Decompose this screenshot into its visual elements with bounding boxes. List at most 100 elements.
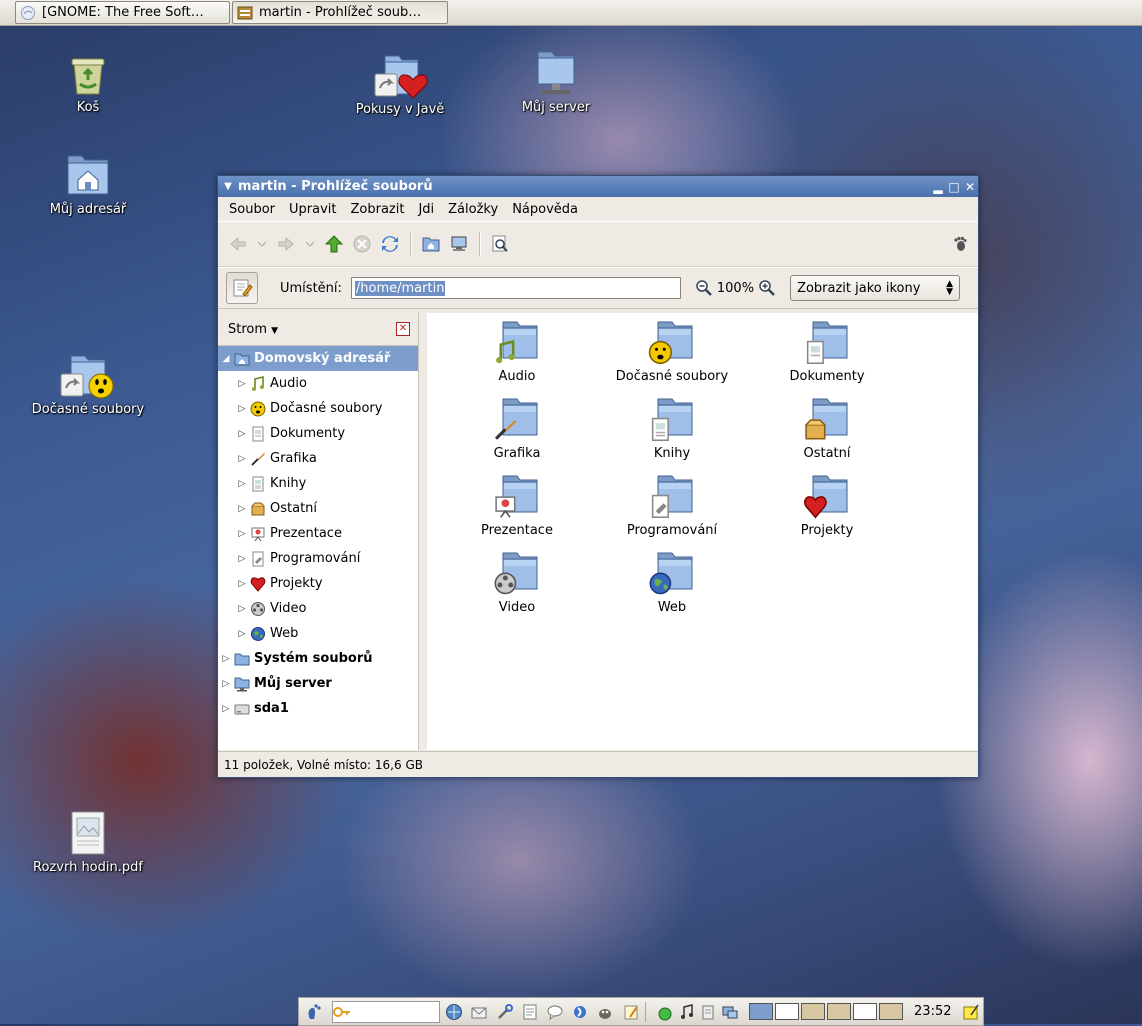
computer-button[interactable] bbox=[445, 229, 473, 259]
expander-closed-icon[interactable]: ▷ bbox=[236, 554, 248, 564]
file-icon-item[interactable]: Dokumenty bbox=[752, 320, 902, 384]
desktop-icon-trash[interactable]: Koš bbox=[23, 50, 153, 115]
pane-splitter[interactable] bbox=[419, 313, 427, 750]
tree-item[interactable]: ▷ Můj server bbox=[218, 671, 418, 696]
up-button[interactable] bbox=[320, 229, 348, 259]
tree-item[interactable]: ▷ sda1 bbox=[218, 696, 418, 721]
menu-soubor[interactable]: Soubor bbox=[222, 202, 282, 217]
file-icon-item[interactable]: Prezentace bbox=[442, 474, 592, 538]
workspace-2[interactable] bbox=[775, 1003, 800, 1020]
menu-upravit[interactable]: Upravit bbox=[282, 202, 343, 217]
location-input[interactable]: /home/martin bbox=[350, 277, 681, 299]
desktop-icon-home[interactable]: Můj adresář bbox=[23, 152, 153, 217]
file-icon-item[interactable]: Ostatní bbox=[752, 397, 902, 461]
back-button[interactable] bbox=[224, 229, 252, 259]
zoom-out-icon[interactable] bbox=[695, 279, 713, 297]
desktop-icon-pdf[interactable]: Rozvrh hodin.pdf bbox=[23, 810, 153, 875]
tray-notes[interactable] bbox=[962, 1002, 981, 1022]
tree-item[interactable]: ▷ Projekty bbox=[218, 571, 418, 596]
menu-napoveda[interactable]: Nápověda bbox=[505, 202, 585, 217]
tree-item[interactable]: ▷ Ostatní bbox=[218, 496, 418, 521]
forward-history-button[interactable] bbox=[300, 229, 320, 259]
tree-item[interactable]: ▷ Grafika bbox=[218, 446, 418, 471]
expander-closed-icon[interactable]: ▷ bbox=[236, 579, 248, 589]
maximize-icon[interactable]: □ bbox=[946, 180, 962, 194]
tree-item[interactable]: ▷ Systém souborů bbox=[218, 646, 418, 671]
reload-button[interactable] bbox=[376, 229, 404, 259]
close-icon[interactable]: ✕ bbox=[962, 180, 978, 194]
file-icon-item[interactable]: Audio bbox=[442, 320, 592, 384]
tray-music[interactable] bbox=[679, 1002, 695, 1022]
minimize-icon[interactable]: ▂ bbox=[930, 180, 946, 194]
tray-network[interactable] bbox=[655, 1002, 674, 1022]
expander-closed-icon[interactable]: ▷ bbox=[220, 679, 232, 689]
launcher-editor[interactable] bbox=[519, 1002, 540, 1022]
tree-item[interactable]: ▷ Knihy bbox=[218, 471, 418, 496]
tray-clipboard[interactable] bbox=[699, 1002, 717, 1022]
menu-zobrazit[interactable]: Zobrazit bbox=[343, 202, 411, 217]
desktop-icon-pokusy[interactable]: Pokusy v Javě bbox=[335, 52, 465, 117]
launcher-tools[interactable] bbox=[494, 1002, 515, 1022]
forward-button[interactable] bbox=[272, 229, 300, 259]
launcher-notes[interactable] bbox=[620, 1002, 641, 1022]
file-icon-item[interactable]: Projekty bbox=[752, 474, 902, 538]
tree-item[interactable]: ▷ Video bbox=[218, 596, 418, 621]
sidebar-close-button[interactable]: ✕ bbox=[396, 322, 410, 336]
workspace-4[interactable] bbox=[827, 1003, 852, 1020]
search-button[interactable] bbox=[486, 229, 514, 259]
clock[interactable]: 23:52 bbox=[914, 1004, 951, 1019]
file-icon-item[interactable]: Dočasné soubory bbox=[597, 320, 747, 384]
expander-open-icon[interactable]: ◢ bbox=[220, 354, 232, 364]
expander-closed-icon[interactable]: ▷ bbox=[236, 429, 248, 439]
launcher-mail[interactable] bbox=[469, 1002, 490, 1022]
expander-closed-icon[interactable]: ▷ bbox=[236, 504, 248, 514]
workspace-5[interactable] bbox=[853, 1003, 878, 1020]
taskbar-button-file-manager[interactable]: martin - Prohlížeč soub… bbox=[232, 1, 448, 24]
workspace-6[interactable] bbox=[879, 1003, 904, 1020]
window-titlebar[interactable]: ▼ martin - Prohlížeč souborů ▂ □ ✕ bbox=[218, 176, 978, 197]
file-icon-item[interactable]: Web bbox=[597, 551, 747, 615]
expander-closed-icon[interactable]: ▷ bbox=[236, 629, 248, 639]
zoom-in-icon[interactable] bbox=[758, 279, 776, 297]
launcher-browser[interactable] bbox=[444, 1002, 465, 1022]
workspace-1[interactable] bbox=[749, 1003, 774, 1020]
tree-item[interactable]: ▷ Audio bbox=[218, 371, 418, 396]
back-history-button[interactable] bbox=[252, 229, 272, 259]
tree-item[interactable]: ▷ Dočasné soubory bbox=[218, 396, 418, 421]
file-icon-item[interactable]: Video bbox=[442, 551, 592, 615]
taskbar-button-browser[interactable]: [GNOME: The Free Soft… bbox=[15, 1, 230, 24]
window-menu-icon[interactable]: ▼ bbox=[218, 181, 238, 192]
file-icon-item[interactable]: Grafika bbox=[442, 397, 592, 461]
main-menu-button[interactable] bbox=[301, 1002, 328, 1022]
menu-jdi[interactable]: Jdi bbox=[411, 202, 441, 217]
home-button[interactable] bbox=[417, 229, 445, 259]
desktop-icon-server[interactable]: Můj server bbox=[491, 50, 621, 115]
workspace-switcher[interactable] bbox=[748, 1002, 904, 1022]
tree-item[interactable]: ▷ Prezentace bbox=[218, 521, 418, 546]
expander-closed-icon[interactable]: ▷ bbox=[236, 404, 248, 414]
view-mode-select[interactable]: Zobrazit jako ikony ▲ ▼ bbox=[790, 275, 961, 301]
expander-closed-icon[interactable]: ▷ bbox=[220, 704, 232, 714]
file-icon-item[interactable]: Programování bbox=[597, 474, 747, 538]
run-command-input[interactable] bbox=[331, 1000, 440, 1023]
launcher-chat[interactable] bbox=[544, 1002, 565, 1022]
expander-closed-icon[interactable]: ▷ bbox=[236, 479, 248, 489]
tree-item[interactable]: ▷ Programování bbox=[218, 546, 418, 571]
expander-closed-icon[interactable]: ▷ bbox=[236, 379, 248, 389]
stop-button[interactable] bbox=[348, 229, 376, 259]
workspace-3[interactable] bbox=[801, 1003, 826, 1020]
expander-closed-icon[interactable]: ▷ bbox=[220, 654, 232, 664]
file-icon-item[interactable]: Knihy bbox=[597, 397, 747, 461]
expander-closed-icon[interactable]: ▷ bbox=[236, 529, 248, 539]
tree-item[interactable]: ▷ Dokumenty bbox=[218, 421, 418, 446]
sidebar-mode-select[interactable]: Strom ▼ bbox=[228, 322, 278, 337]
launcher-office[interactable] bbox=[570, 1002, 591, 1022]
location-toggle-button[interactable] bbox=[226, 272, 258, 304]
zoom-level[interactable]: 100% bbox=[717, 281, 754, 296]
expander-closed-icon[interactable]: ▷ bbox=[236, 604, 248, 614]
desktop-icon-temp[interactable]: Dočasné soubory bbox=[23, 352, 153, 417]
tray-display[interactable] bbox=[721, 1002, 740, 1022]
launcher-gimp[interactable] bbox=[595, 1002, 616, 1022]
tree-item[interactable]: ▷ Web bbox=[218, 621, 418, 646]
expander-closed-icon[interactable]: ▷ bbox=[236, 454, 248, 464]
